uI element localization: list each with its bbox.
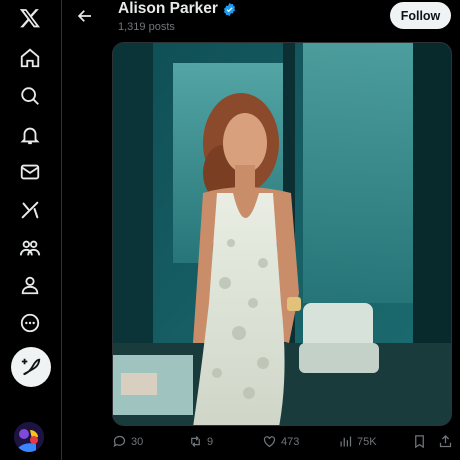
- repost-count: 9: [207, 435, 214, 448]
- profile-icon[interactable]: [14, 269, 46, 301]
- reply-button[interactable]: 30: [112, 434, 143, 449]
- bookmark-button[interactable]: [412, 434, 427, 449]
- post-media-image[interactable]: [112, 42, 452, 426]
- verified-badge-icon: [223, 2, 235, 16]
- share-icon: [439, 434, 452, 448]
- back-button[interactable]: [72, 3, 98, 29]
- home-icon[interactable]: [14, 42, 46, 74]
- repost-icon: [191, 436, 200, 447]
- follow-button[interactable]: Follow: [390, 2, 451, 29]
- post-actions-bar: 30 9 473 75K: [108, 434, 456, 454]
- photo: [113, 43, 451, 425]
- like-count: 473: [281, 435, 300, 448]
- views-count: 75K: [357, 435, 377, 448]
- views-button[interactable]: 75K: [338, 434, 377, 449]
- sidebar: [0, 0, 62, 460]
- search-icon[interactable]: [14, 80, 46, 112]
- communities-icon[interactable]: [14, 232, 46, 264]
- heart-icon: [263, 436, 276, 448]
- more-icon[interactable]: [14, 307, 46, 339]
- profile-name: Alison Parker: [118, 0, 218, 17]
- profile-name-row: Alison Parker: [118, 0, 237, 18]
- share-button[interactable]: [438, 434, 453, 449]
- reply-icon: [113, 435, 126, 448]
- bookmark-icon: [415, 435, 424, 449]
- x-logo-icon[interactable]: [14, 2, 46, 34]
- feather-plus-icon: [21, 358, 41, 376]
- like-button[interactable]: 473: [262, 434, 299, 449]
- compose-post-button[interactable]: [11, 347, 51, 387]
- repost-button[interactable]: 9: [188, 434, 213, 449]
- mail-icon[interactable]: [14, 156, 46, 188]
- main-panel: Alison Parker 1,319 posts Follow 30 9 47…: [62, 0, 460, 460]
- bell-icon[interactable]: [14, 119, 46, 151]
- views-chart-icon: [340, 436, 352, 447]
- account-avatar[interactable]: [14, 422, 44, 452]
- reply-count: 30: [131, 435, 144, 448]
- arrow-left-icon: [77, 10, 91, 22]
- grok-icon[interactable]: [14, 194, 46, 226]
- posts-count: 1,319 posts: [118, 21, 175, 33]
